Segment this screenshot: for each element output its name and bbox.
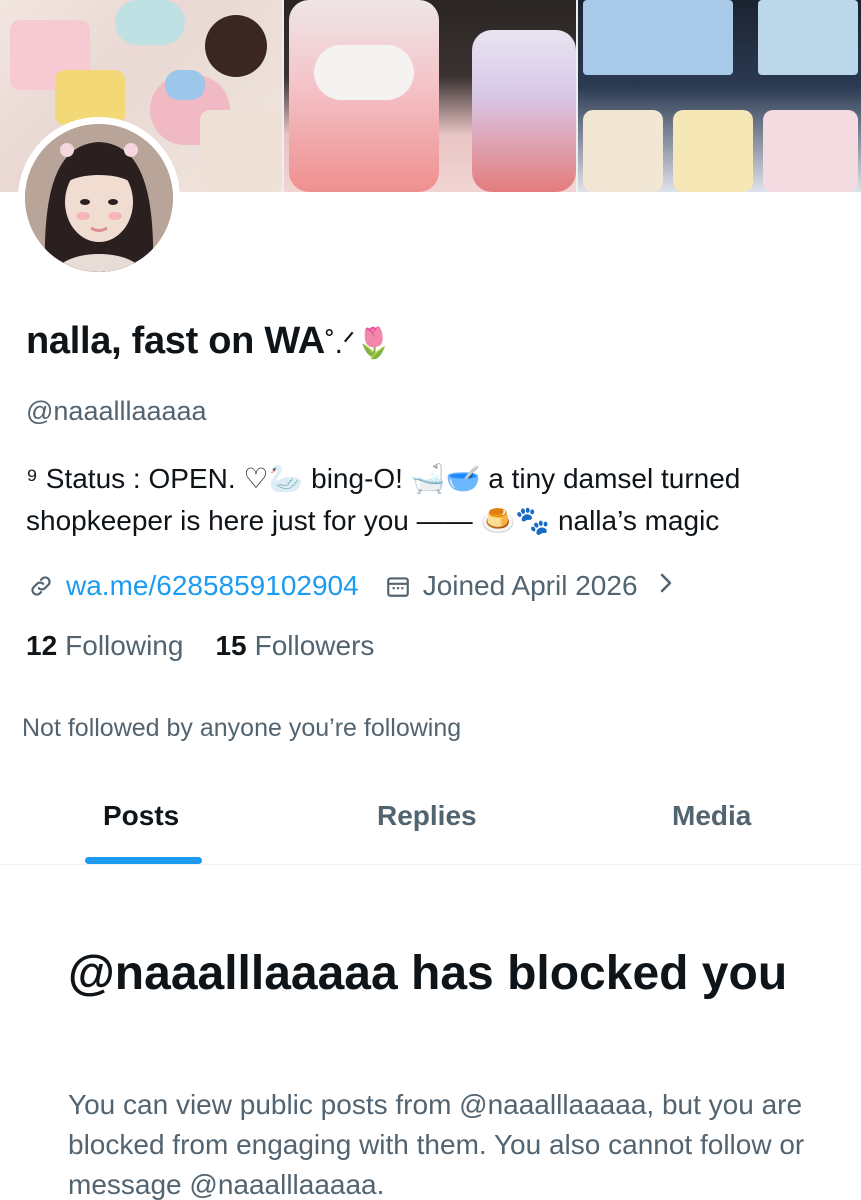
following-link[interactable]: 12 Following [26, 630, 183, 662]
avatar[interactable] [25, 124, 173, 272]
profile-handle: @naaalllaaaaa [26, 396, 207, 426]
followers-count: 15 [215, 630, 247, 661]
following-label: Following [65, 630, 184, 661]
calendar-icon [383, 571, 413, 601]
display-name-emoji: ˚.ᐟ🌷 [324, 327, 393, 360]
profile-tabs: Posts Replies Media [0, 772, 861, 865]
tab-media[interactable]: Media [672, 800, 751, 832]
tab-replies[interactable]: Replies [377, 800, 477, 832]
followers-label: Followers [254, 630, 375, 661]
banner-photo-desserts [284, 0, 576, 192]
blocked-title: @naaalllaaaaa has blocked you [68, 947, 788, 1000]
not-followed-notice: Not followed by anyone you’re following [22, 714, 462, 742]
website-link[interactable]: wa.me/6285859102904 [66, 570, 359, 602]
follow-stats: 12 Following 15 Followers [26, 630, 374, 662]
display-name-text: nalla, fast on WA [26, 320, 325, 362]
following-count: 12 [26, 630, 58, 661]
followers-link[interactable]: 15 Followers [215, 630, 374, 662]
banner-photo-boxes [577, 0, 861, 192]
avatar-portrait [25, 124, 173, 272]
display-name: nalla, fast on WA˚.ᐟ🌷 [26, 320, 392, 363]
profile-bio: ⁹ Status : OPEN. ♡🦢 bing-O! 🛁🥣 a tiny da… [26, 463, 741, 536]
joined-date: Joined April 2026 [422, 570, 638, 601]
active-tab-indicator [85, 857, 202, 864]
profile-meta: wa.me/6285859102904 Joined April 2026 [26, 566, 676, 606]
link-icon [26, 571, 56, 601]
chevron-right-icon[interactable] [656, 569, 676, 603]
tab-posts[interactable]: Posts [103, 800, 179, 832]
blocked-description: You can view public posts from @naaallla… [68, 1089, 805, 1200]
